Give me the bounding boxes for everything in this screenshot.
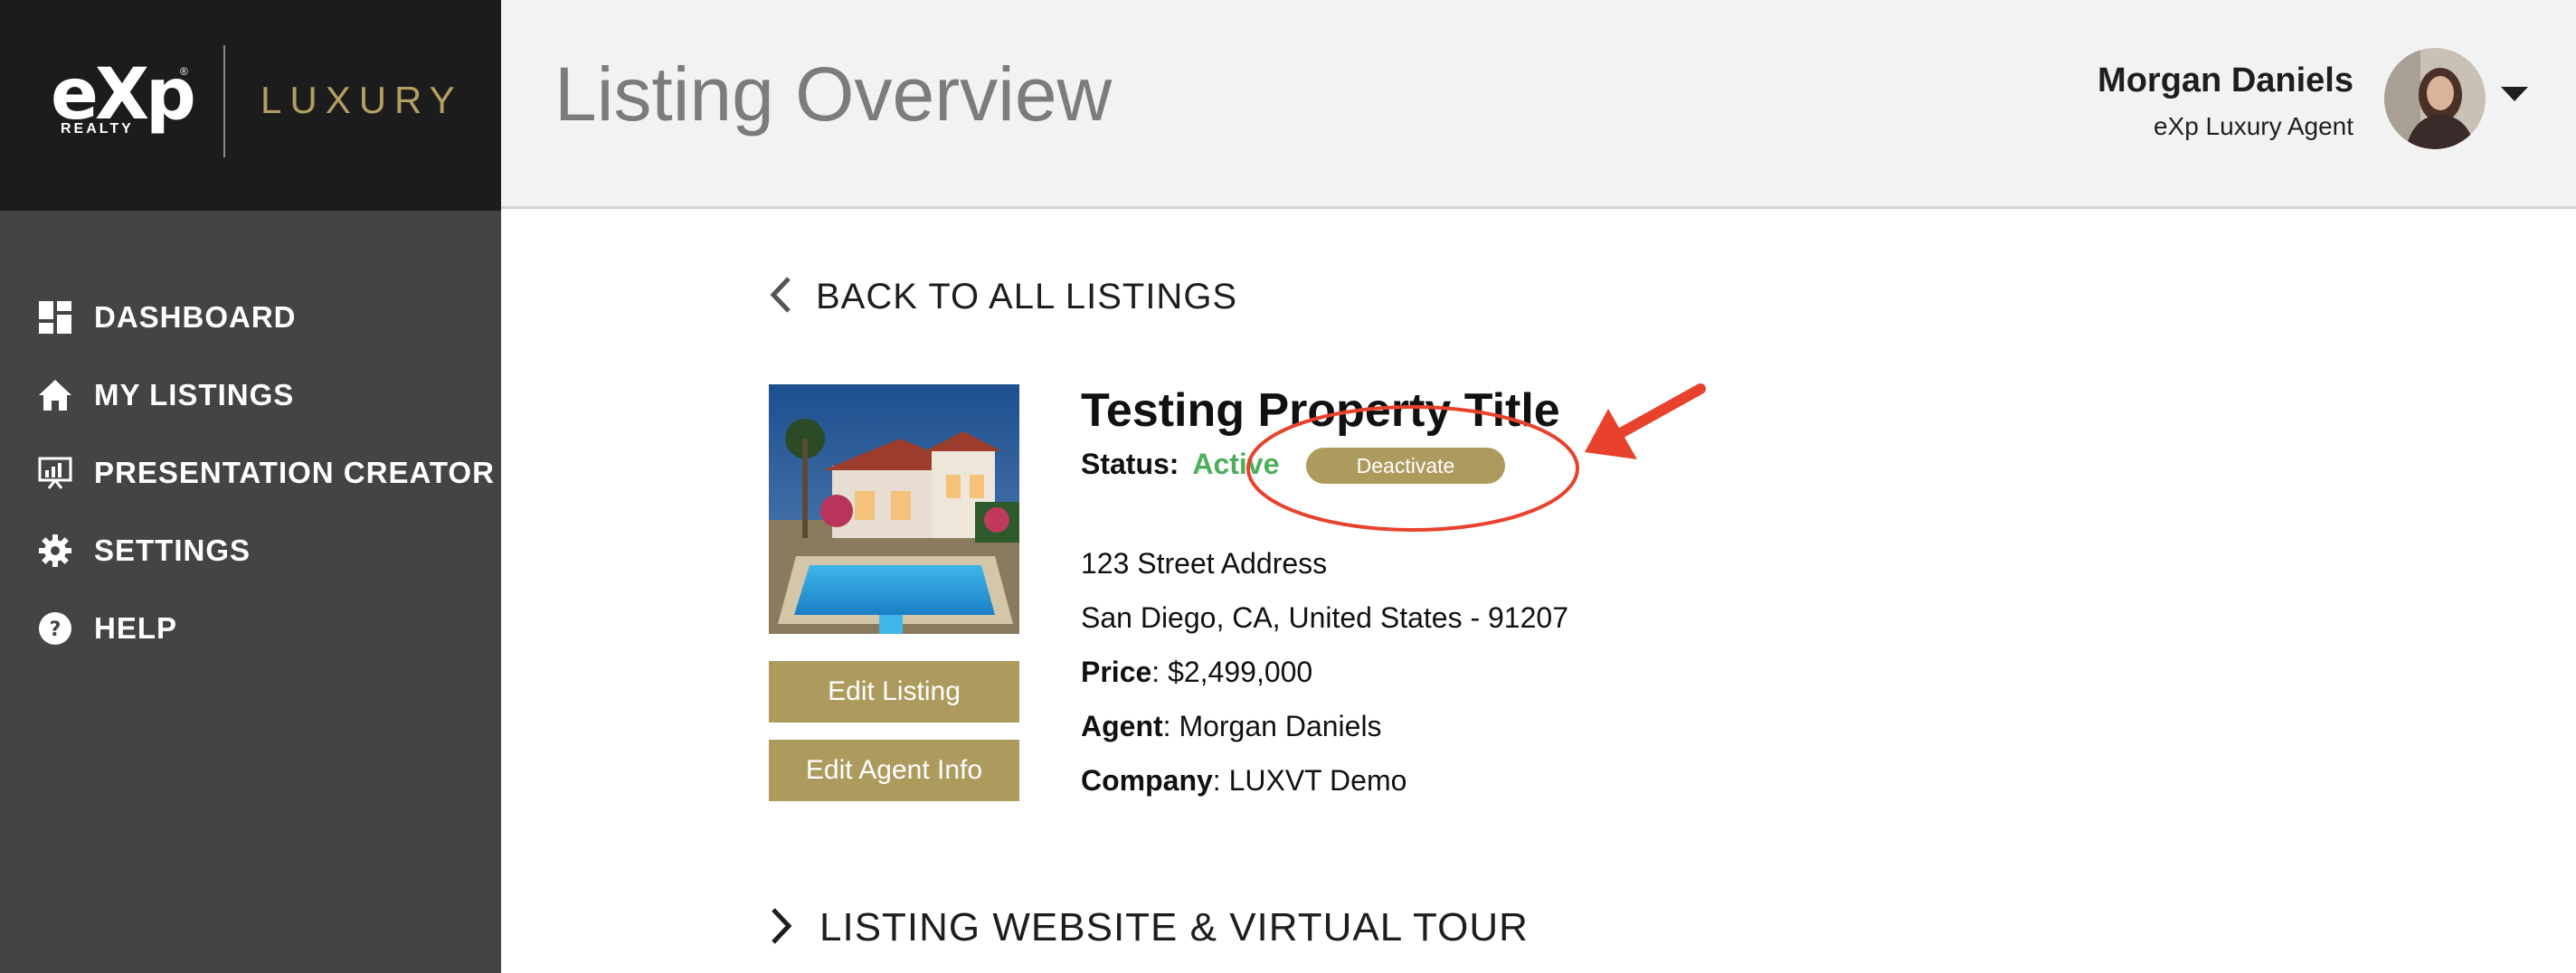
question-circle-icon: ? bbox=[37, 610, 73, 647]
price-line: Price: $2,499,000 bbox=[1081, 656, 1312, 689]
brand-logo[interactable]: eXp ® REALTY LUXURY bbox=[0, 0, 501, 211]
sidebar-item-help[interactable]: ? HELP bbox=[0, 597, 501, 660]
sidebar-item-settings[interactable]: SETTINGS bbox=[0, 519, 501, 582]
agent-value: : Morgan Daniels bbox=[1162, 710, 1382, 742]
logo-registered-mark: ® bbox=[180, 65, 188, 78]
annotation-arrow-icon bbox=[1585, 383, 1706, 459]
company-line: Company: LUXVT Demo bbox=[1081, 764, 1406, 798]
property-photo bbox=[769, 384, 1019, 634]
home-icon bbox=[37, 377, 73, 413]
user-name: Morgan Daniels bbox=[2098, 61, 2353, 99]
address-line-2: San Diego, CA, United States - 91207 bbox=[1081, 601, 1568, 634]
sidebar-item-presentation-creator[interactable]: PRESENTATION CREATOR bbox=[0, 441, 501, 505]
price-value: : $2,499,000 bbox=[1151, 656, 1313, 688]
sidebar-item-label: DASHBOARD bbox=[94, 300, 297, 334]
edit-listing-button[interactable]: Edit Listing bbox=[769, 661, 1019, 723]
chevron-right-icon bbox=[769, 907, 792, 949]
agent-label: Agent bbox=[1081, 710, 1163, 742]
sidebar: eXp ® REALTY LUXURY DASHBOARD MY LISTING… bbox=[0, 0, 501, 973]
logo-luxury-text: LUXURY bbox=[260, 79, 463, 121]
section-label: LISTING WEBSITE & VIRTUAL TOUR bbox=[819, 905, 1529, 949]
company-label: Company bbox=[1081, 764, 1213, 797]
gear-icon bbox=[37, 533, 73, 569]
listing-website-section-toggle[interactable]: LISTING WEBSITE & VIRTUAL TOUR bbox=[769, 901, 1529, 955]
sidebar-item-my-listings[interactable]: MY LISTINGS bbox=[0, 364, 501, 427]
avatar[interactable] bbox=[2384, 48, 2486, 149]
svg-text:?: ? bbox=[50, 619, 62, 641]
logo-exp-text: eXp bbox=[51, 54, 196, 136]
sidebar-item-label: HELP bbox=[94, 611, 178, 645]
company-value: : LUXVT Demo bbox=[1212, 764, 1407, 797]
status-row: Status: Active bbox=[1081, 448, 1279, 481]
chevron-down-icon[interactable] bbox=[2501, 87, 2528, 101]
agent-line: Agent: Morgan Daniels bbox=[1081, 710, 1382, 743]
page-title: Listing Overview bbox=[554, 52, 1113, 137]
presentation-chart-icon bbox=[37, 455, 73, 491]
sidebar-item-label: MY LISTINGS bbox=[94, 378, 295, 411]
back-to-listings-link[interactable]: BACK TO ALL LISTINGS bbox=[769, 271, 1237, 322]
property-title: Testing Property Title bbox=[1081, 384, 1560, 437]
sidebar-item-dashboard[interactable]: DASHBOARD bbox=[0, 286, 501, 349]
back-link-label: BACK TO ALL LISTINGS bbox=[816, 276, 1238, 316]
dashboard-grid-icon bbox=[37, 299, 73, 335]
logo-divider bbox=[223, 45, 225, 157]
price-label: Price bbox=[1081, 656, 1152, 688]
sidebar-item-label: PRESENTATION CREATOR bbox=[94, 456, 495, 489]
chevron-left-icon bbox=[769, 276, 792, 318]
status-value: Active bbox=[1192, 448, 1280, 480]
edit-agent-info-button[interactable]: Edit Agent Info bbox=[769, 740, 1019, 801]
address-line-1: 123 Street Address bbox=[1081, 547, 1328, 580]
deactivate-button[interactable]: Deactivate bbox=[1306, 448, 1505, 484]
sidebar-item-label: SETTINGS bbox=[94, 534, 251, 567]
top-header: Listing Overview Morgan Daniels eXp Luxu… bbox=[501, 0, 2576, 209]
user-role: eXp Luxury Agent bbox=[2153, 112, 2353, 140]
status-label: Status: bbox=[1081, 448, 1179, 480]
logo-realty-text: REALTY bbox=[61, 121, 134, 137]
